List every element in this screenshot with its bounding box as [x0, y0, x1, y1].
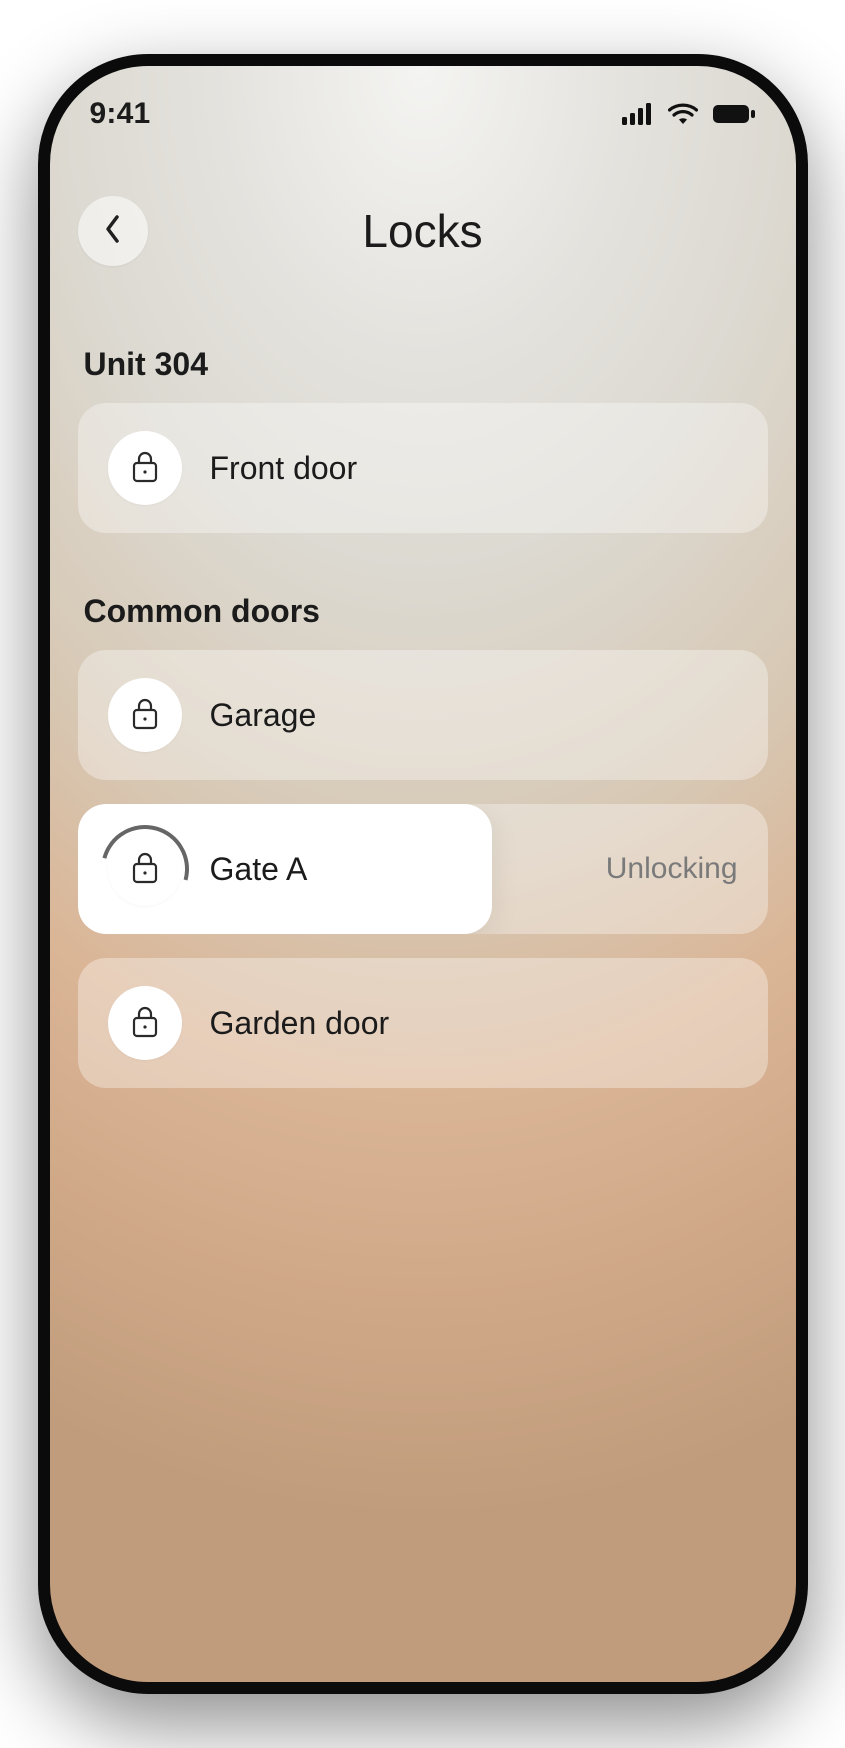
lock-status: Unlocking — [606, 852, 738, 886]
lock-icon — [131, 449, 159, 488]
chevron-left-icon — [103, 213, 123, 250]
status-time: 9:41 — [90, 97, 151, 131]
lock-card[interactable]: Gate A Unlocking — [78, 804, 768, 934]
lock-icon-circle — [108, 431, 182, 505]
lock-icon — [131, 850, 159, 889]
lock-label: Front door — [210, 450, 358, 487]
status-icons — [622, 103, 756, 125]
wifi-icon — [668, 103, 698, 125]
content: Unit 304 Front door — [50, 346, 796, 1088]
page-title: Locks — [362, 204, 482, 258]
lock-card[interactable]: Front door — [78, 403, 768, 533]
lock-label: Garage — [210, 697, 317, 734]
lock-card[interactable]: Garage — [78, 650, 768, 780]
lock-icon-circle — [108, 986, 182, 1060]
lock-label: Garden door — [210, 1005, 390, 1042]
lock-label: Gate A — [210, 851, 308, 888]
lock-icon-circle — [108, 678, 182, 752]
section-title: Common doors — [78, 593, 768, 630]
back-button[interactable] — [78, 196, 148, 266]
battery-icon — [712, 103, 756, 125]
lock-icon — [131, 1004, 159, 1043]
section-common: Common doors Garage — [78, 593, 768, 1088]
lock-card[interactable]: Garden door — [78, 958, 768, 1088]
status-bar: 9:41 — [50, 66, 796, 136]
lock-icon-circle — [108, 832, 182, 906]
header: Locks — [50, 191, 796, 271]
section-title: Unit 304 — [78, 346, 768, 383]
lock-icon — [131, 696, 159, 735]
phone-frame: 9:41 — [38, 54, 808, 1694]
cellular-icon — [622, 103, 654, 125]
section-unit: Unit 304 Front door — [78, 346, 768, 533]
